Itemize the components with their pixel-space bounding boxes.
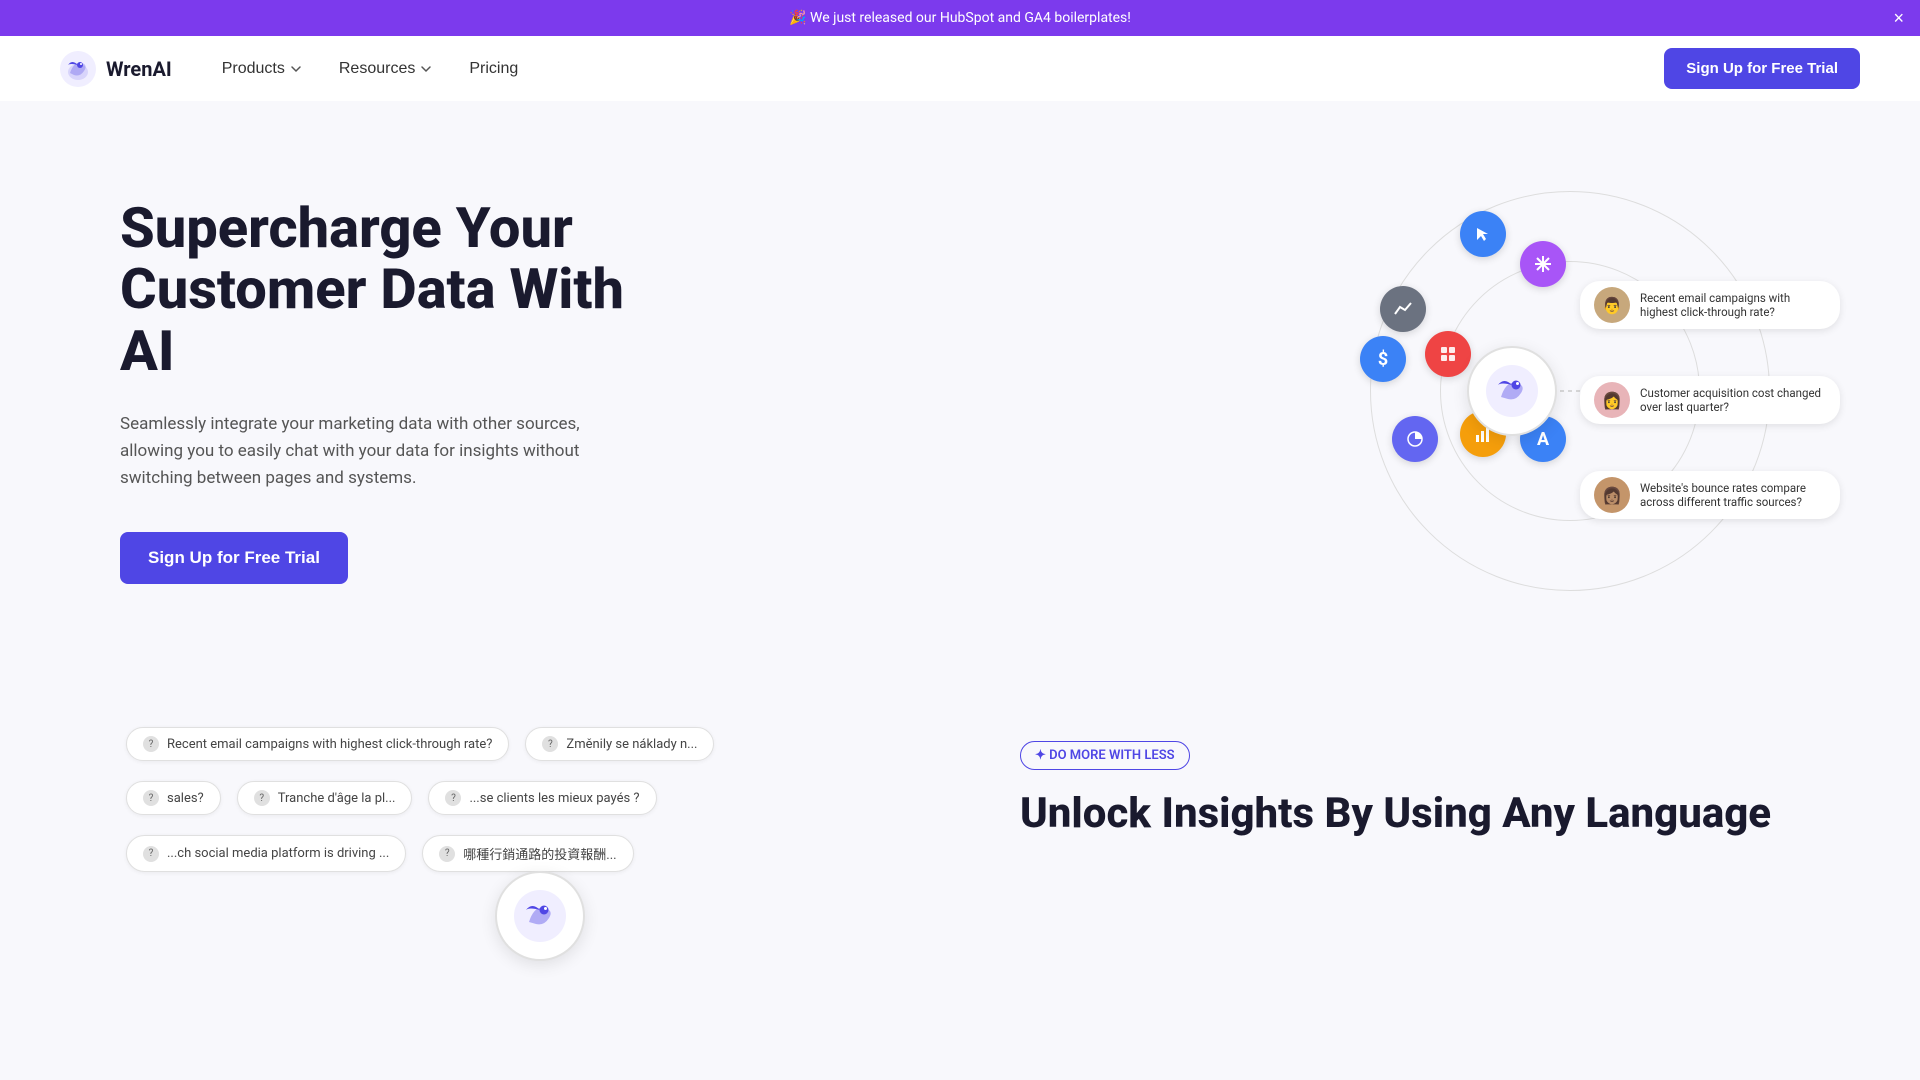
hero-cta-button[interactable]: Sign Up for Free Trial [120,532,348,584]
logo-text: WrenAI [106,57,172,81]
chip-4: ? Tranche d'âge la pl... [237,781,413,815]
chips-row-2: ? sales? ? Tranche d'âge la pl... ? ...s… [120,775,960,821]
logo-link[interactable]: WrenAI [60,51,172,87]
chip-text-6: ...ch social media platform is driving .… [167,846,389,861]
hero-subtitle: Seamlessly integrate your marketing data… [120,411,580,493]
bottom-section: ? Recent email campaigns with highest cl… [0,661,1920,941]
avatar-2: 👩 [1594,382,1630,418]
query-bubble-2: 👩 Customer acquisition cost changed over… [1580,376,1840,424]
nav-resources[interactable]: Resources [325,52,447,86]
chevron-down-icon [289,62,303,76]
chip-7: ? 哪種行銷通路的投資報酬... [422,835,633,872]
chip-icon-4: ? [254,790,270,806]
hero-left: Supercharge Your Customer Data With AI S… [120,198,680,584]
chip-icon-3: ? [143,790,159,806]
nav-links: Products Resources Pricing [208,52,533,86]
avatar-1: 👨 [1594,287,1630,323]
chip-2: ? Změnily se náklady n... [525,727,714,761]
chips-row-1: ? Recent email campaigns with highest cl… [120,721,960,767]
nav-pricing-label: Pricing [469,60,518,78]
navbar-left: WrenAI Products Resources Pricing [60,51,532,87]
chip-text-1: Recent email campaigns with highest clic… [167,737,492,752]
integration-icon-puzzle [1425,331,1471,377]
nav-products-label: Products [222,60,285,78]
nav-pricing[interactable]: Pricing [455,52,532,86]
nav-resources-label: Resources [339,60,415,78]
chevron-down-icon-2 [419,62,433,76]
section-title: Unlock Insights By Using Any Language [1020,790,1860,838]
integration-icon-arrow [1460,211,1506,257]
query-text-1: Recent email campaigns with highest clic… [1640,291,1826,319]
navbar-cta-button[interactable]: Sign Up for Free Trial [1664,48,1860,89]
chip-text-7: 哪種行銷通路的投資報酬... [463,844,616,863]
chip-text-5: ...se clients les mieux payés ? [469,791,639,806]
chip-3: ? sales? [126,781,221,815]
nav-products[interactable]: Products [208,52,317,86]
bottom-right: ✦ DO MORE WITH LESS Unlock Insights By U… [1020,721,1860,838]
avatar-3: 👩🏽 [1594,477,1630,513]
chip-1: ? Recent email campaigns with highest cl… [126,727,509,761]
query-text-2: Customer acquisition cost changed over l… [1640,386,1826,414]
bottom-wren-circle [495,871,585,961]
integration-icon-chart [1380,286,1426,332]
chip-icon-7: ? [439,846,455,862]
chip-icon-1: ? [143,736,159,752]
section-tag-text: ✦ DO MORE WITH LESS [1035,748,1175,763]
announcement-close-button[interactable]: × [1893,9,1904,27]
chip-icon-5: ? [445,790,461,806]
chip-5: ? ...se clients les mieux payés ? [428,781,656,815]
chip-text-4: Tranche d'âge la pl... [278,791,396,806]
hero-title: Supercharge Your Customer Data With AI [120,198,680,383]
announcement-text: 🎉 We just released our HubSpot and GA4 b… [789,10,1131,26]
chip-text-2: Změnily se náklady n... [566,737,697,752]
query-text-3: Website's bounce rates compare across di… [1640,481,1826,509]
logo-icon [60,51,96,87]
query-bubble-3: 👩🏽 Website's bounce rates compare across… [1580,471,1840,519]
section-tag: ✦ DO MORE WITH LESS [1020,741,1190,770]
hero-section: Supercharge Your Customer Data With AI S… [0,101,1920,661]
integration-icon-snowflake [1520,241,1566,287]
hero-illustration: $ A [1280,181,1860,601]
hero-center-wren-icon [1467,346,1557,436]
chip-icon-2: ? [542,736,558,752]
integration-icon-pie [1392,416,1438,462]
bottom-left: ? Recent email campaigns with highest cl… [120,721,960,941]
announcement-bar: 🎉 We just released our HubSpot and GA4 b… [0,0,1920,36]
query-bubble-1: 👨 Recent email campaigns with highest cl… [1580,281,1840,329]
navbar: WrenAI Products Resources Pricing Sign U… [0,36,1920,101]
chip-text-3: sales? [167,791,204,806]
integration-icon-dollar: $ [1360,336,1406,382]
chip-6: ? ...ch social media platform is driving… [126,835,406,872]
chip-icon-6: ? [143,846,159,862]
